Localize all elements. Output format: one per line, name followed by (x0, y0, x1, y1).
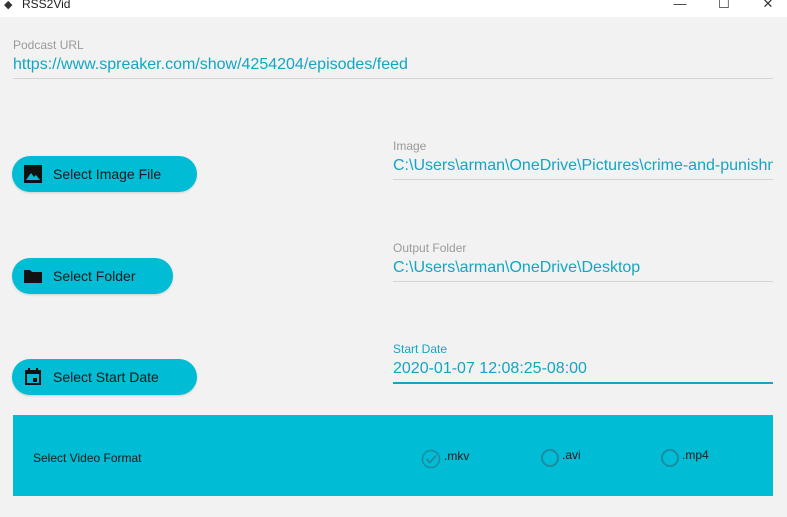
radio-unchecked-icon (661, 449, 679, 467)
format-option-mkv-label: .mkv (444, 449, 470, 463)
format-option-avi[interactable]: .avi (541, 448, 581, 467)
select-start-date-button[interactable]: Select Start Date (12, 359, 197, 395)
format-option-mkv[interactable]: .mkv (421, 449, 469, 469)
video-format-title: Select Video Format (33, 451, 142, 465)
output-folder-label: Output Folder (393, 241, 467, 255)
output-folder-input[interactable]: C:\Users\arman\OneDrive\Desktop (393, 258, 773, 278)
app-icon: ◆ (4, 0, 13, 11)
podcast-url-underline (13, 78, 773, 79)
format-option-mp4[interactable]: .mp4 (661, 448, 709, 467)
window-title: RSS2Vid (22, 0, 71, 11)
select-image-button[interactable]: Select Image File (12, 156, 197, 192)
start-date-field[interactable]: Start Date 2020-01-07 12:08:25-08:00 (393, 342, 773, 384)
image-path-input[interactable]: C:\Users\arman\OneDrive\Pictures\crime-a… (393, 156, 773, 176)
image-icon (23, 164, 43, 184)
start-date-underline (393, 382, 773, 384)
minimize-button[interactable]: — (660, 0, 700, 14)
select-image-label: Select Image File (53, 166, 162, 182)
video-format-panel: Select Video Format .mkv .avi .mp4 (13, 415, 773, 496)
calendar-icon (23, 367, 43, 387)
image-field[interactable]: Image C:\Users\arman\OneDrive\Pictures\c… (393, 139, 773, 180)
format-option-mp4-label: .mp4 (682, 448, 709, 462)
select-folder-button[interactable]: Select Folder (12, 258, 173, 294)
format-option-avi-label: .avi (562, 448, 581, 462)
folder-icon (23, 266, 43, 286)
output-folder-field[interactable]: Output Folder C:\Users\arman\OneDrive\De… (393, 241, 773, 282)
start-date-label: Start Date (393, 342, 448, 356)
close-button[interactable]: ✕ (748, 0, 787, 14)
podcast-url-label: Podcast URL (13, 38, 84, 52)
podcast-url-input[interactable]: https://www.spreaker.com/show/4254204/ep… (13, 55, 773, 75)
radio-checked-icon (421, 449, 441, 469)
title-bar: ◆ RSS2Vid — ☐ ✕ (0, 0, 787, 17)
radio-unchecked-icon (541, 449, 559, 467)
maximize-button[interactable]: ☐ (704, 0, 744, 14)
podcast-url-field[interactable]: Podcast URL https://www.spreaker.com/sho… (13, 38, 773, 79)
output-folder-underline (393, 281, 773, 282)
start-date-input[interactable]: 2020-01-07 12:08:25-08:00 (393, 359, 773, 379)
select-start-date-label: Select Start Date (53, 369, 159, 385)
image-label: Image (393, 139, 427, 153)
image-underline (393, 179, 773, 180)
select-folder-label: Select Folder (53, 268, 136, 284)
